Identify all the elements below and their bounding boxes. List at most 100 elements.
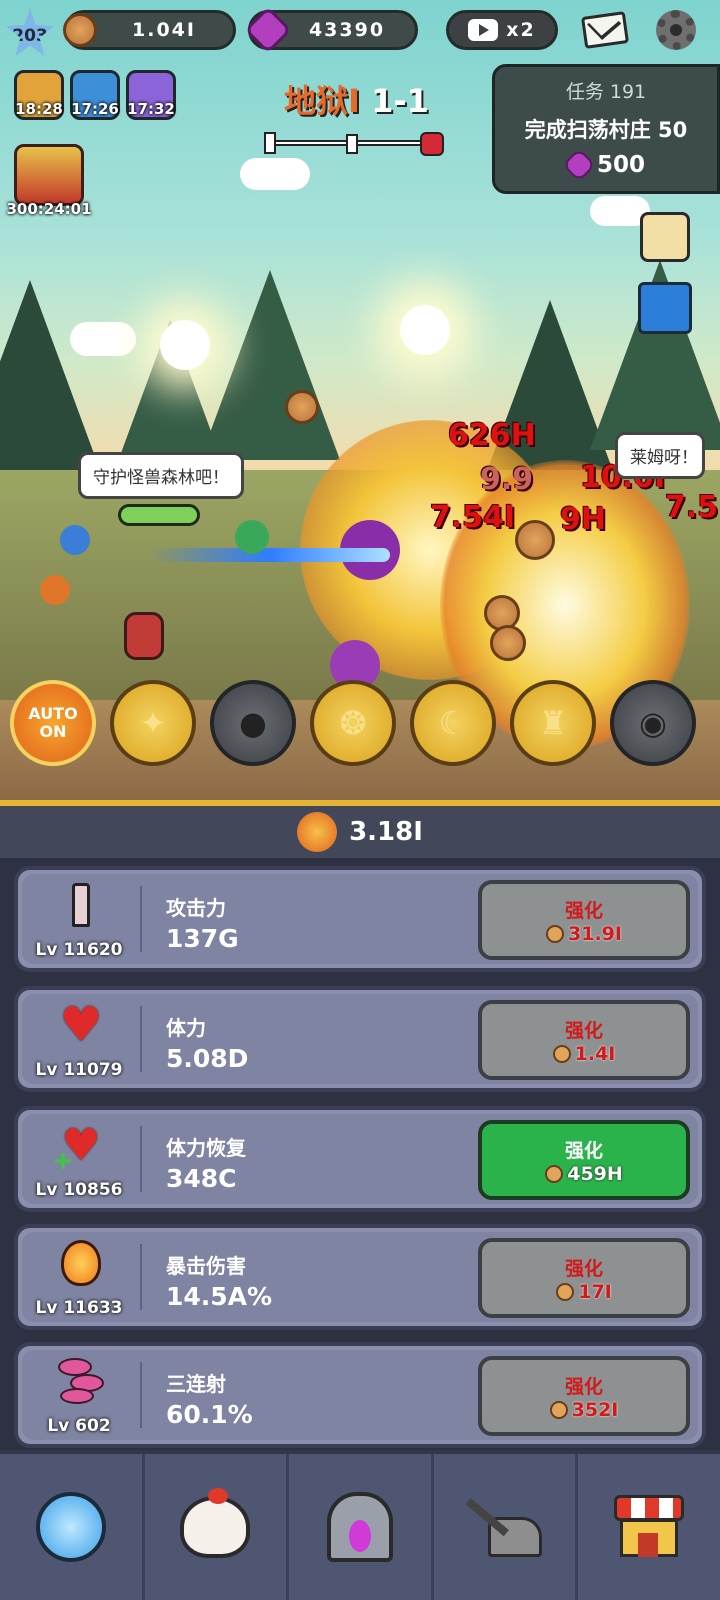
mail-icon[interactable]	[580, 8, 630, 49]
heart-icon: ♥	[59, 997, 103, 1053]
laser-beam	[150, 548, 390, 562]
blue-slime-icon	[35, 1492, 106, 1562]
coin-icon	[546, 924, 565, 943]
bottom-nav	[0, 1450, 720, 1600]
upgrade-name: 暴击伤害	[166, 1254, 246, 1278]
upgrade-name: 攻击力	[166, 896, 226, 920]
upgrade-button[interactable]: 强化 1.4I	[478, 1000, 690, 1080]
stage-number: 1-1	[371, 82, 429, 120]
coin-icon	[556, 1282, 575, 1301]
upgrade-name: 体力	[166, 1016, 206, 1040]
damage-number: 9H	[560, 502, 606, 537]
stage-title: 地狱I 1-1	[284, 76, 429, 122]
flame-sword-icon	[58, 1240, 104, 1286]
upgrade-button-label: 强化	[564, 1139, 603, 1162]
upgrade-name: 体力恢复	[166, 1136, 246, 1160]
upgrade-row-hp: ♥ Lv 11079 体力 5.08D 强化 1.4I	[14, 986, 706, 1092]
cloud	[240, 158, 310, 190]
hero-hp-bar	[118, 504, 200, 526]
triple-shot-icon	[58, 1358, 104, 1404]
skill-feather-icon[interactable]: ✦	[110, 680, 196, 766]
upgrade-value: 14.5A%	[166, 1282, 273, 1311]
upgrade-button-label: 强化	[564, 1257, 603, 1280]
settings-gear-icon[interactable]	[656, 10, 696, 50]
stage-name: 地狱I	[284, 82, 360, 120]
coin-icon	[63, 13, 97, 47]
pine-tree	[0, 280, 100, 470]
flame-sword-icon	[297, 812, 338, 852]
upgrade-cost: 31.9I	[546, 923, 622, 945]
hero-character	[124, 612, 164, 660]
speech-bubble: 莱姆呀！	[615, 432, 705, 479]
dropped-coin	[490, 625, 526, 661]
upgrade-button-label: 强化	[564, 899, 603, 922]
upgrade-cost: 1.4I	[552, 1042, 616, 1065]
auto-skill-toggle[interactable]: AUTO ON	[10, 680, 96, 766]
upgrade-name: 三连射	[166, 1372, 226, 1396]
combat-power-value: 3.18I	[349, 817, 423, 847]
quest-panel[interactable]: 任务 191 完成扫荡村庄 50 500	[492, 64, 720, 194]
gem-counter: 43390	[243, 5, 418, 55]
nav-hero-tab[interactable]	[0, 1454, 145, 1600]
scroll-quill-icon[interactable]	[640, 212, 690, 262]
upgrade-value: 137G	[166, 924, 239, 953]
skill-bomb-icon[interactable]: ●	[210, 680, 296, 766]
upgrade-level: Lv 10856	[35, 1180, 123, 1200]
stage-checkpoint	[346, 134, 358, 154]
skill-cannon-icon[interactable]: ◉	[610, 680, 696, 766]
ally-monster	[60, 525, 90, 555]
pickaxe-rock-icon	[465, 1497, 542, 1557]
auto-label: AUTO	[28, 703, 78, 723]
nav-monster-tab[interactable]	[145, 1454, 290, 1600]
skill-totem-icon[interactable]: ♜	[510, 680, 596, 766]
speech-bubble: 守护怪兽森林吧！	[78, 452, 244, 499]
light-orb	[400, 305, 450, 355]
dropped-coin	[515, 520, 555, 560]
upgrade-button[interactable]: 强化 352I	[478, 1356, 690, 1436]
ad-boost-button[interactable]: x2	[446, 10, 558, 50]
upgrade-value: 60.1%	[166, 1400, 253, 1429]
upgrade-level: Lv 11620	[35, 940, 123, 960]
chest-timer: 300:24:01	[6, 200, 92, 218]
sword-icon	[58, 882, 104, 928]
quest-reward: 500	[495, 148, 717, 182]
upgrade-cost-amount: 1.4I	[574, 1042, 616, 1065]
portal-gate-icon	[326, 1492, 393, 1562]
quest-title: 任务 191	[565, 81, 647, 103]
chicken-icon	[180, 1488, 251, 1558]
upgrade-button[interactable]: 强化 31.9I	[478, 880, 690, 960]
upgrade-level: Lv 602	[47, 1416, 111, 1436]
upgrade-cost-amount: 17I	[578, 1280, 612, 1303]
coin-icon	[549, 1400, 568, 1419]
coin-icon	[552, 1044, 571, 1063]
upgrade-button[interactable]: 强化 459H	[478, 1120, 690, 1200]
damage-number: 626H	[448, 418, 536, 453]
upgrade-row-crit-damage: Lv 11633 暴击伤害 14.5A% 强化 17I	[14, 1224, 706, 1330]
nav-mining-tab[interactable]	[434, 1454, 579, 1600]
upgrade-value: 348C	[166, 1164, 237, 1193]
upgrade-cost: 459H	[545, 1163, 623, 1185]
damage-number: 7.54I	[430, 500, 516, 535]
upgrade-row-triple-shot: Lv 602 三连射 60.1% 强化 352I	[14, 1342, 706, 1448]
shop-icon	[614, 1495, 685, 1559]
upgrade-row-attack: Lv 11620 攻击力 137G 强化 31.9I	[14, 866, 706, 972]
buff-timer: 17:32	[127, 100, 175, 118]
coin-icon	[545, 1164, 564, 1183]
quest-description: 完成扫荡村庄 50	[524, 118, 688, 142]
nav-portal-tab[interactable]	[289, 1454, 434, 1600]
upgrade-value: 5.08D	[166, 1044, 249, 1073]
damage-number: 9.9	[480, 462, 534, 497]
buff-timer: 18:28	[15, 100, 63, 118]
upgrade-button[interactable]: 强化 17I	[478, 1238, 690, 1318]
upgrade-cost-amount: 31.9I	[568, 922, 622, 945]
nav-shop-tab[interactable]	[578, 1454, 720, 1600]
book-icon[interactable]	[638, 282, 692, 334]
skill-wing-icon[interactable]: ❂	[310, 680, 396, 766]
dropped-coin	[285, 390, 319, 424]
ally-monster	[40, 575, 70, 605]
skill-swirl-icon[interactable]: ☾	[410, 680, 496, 766]
video-play-icon	[468, 19, 499, 41]
gem-amount: 43390	[308, 19, 386, 41]
mushroom-chest-icon[interactable]	[14, 144, 84, 206]
coin-counter: 1.04I	[63, 10, 236, 50]
